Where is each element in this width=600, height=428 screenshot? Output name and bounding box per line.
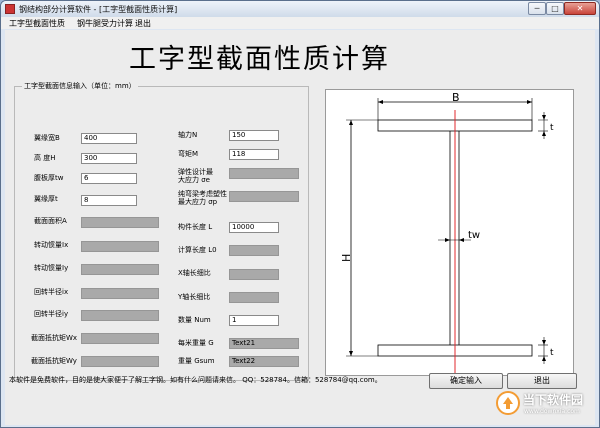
maximize-button[interactable]: □ [546,2,564,15]
app-icon [5,4,15,14]
tw-arrow-right [459,238,464,242]
t-bottom-label: t [550,348,554,358]
footer-note: 本软件是免费软件，目的是使大家便于了解工字钢。如有什么问题请来信。 QQ：528… [9,376,382,384]
wx-label: 截面抵抗矩Wx [31,334,78,342]
b-arrow-left [378,100,383,104]
total-weight-output: Text22 [229,356,299,367]
confirm-button[interactable]: 确定输入 [429,373,503,389]
watermark-title: 当下软件园 [523,393,584,407]
member-length-input[interactable]: 10000 [229,222,279,233]
h-arrow-bottom [349,351,353,356]
wy-output [81,356,159,367]
area-label: 截面面积A [34,217,67,225]
b-arrow-right [527,100,532,104]
ix-output [81,241,159,252]
menu-item-bracket[interactable]: 钢牛腿受力计算 [77,18,133,29]
unit-weight-label: 每米重量 G [178,339,214,347]
y-slenderness-label: Y轴长细比 [178,293,211,301]
height-label: 高 度H [34,154,56,162]
rx-output [81,288,159,299]
minimize-button[interactable]: ─ [528,2,546,15]
member-length-label: 构件长度 L [178,223,213,231]
h-arrow-top [349,120,353,125]
menu-item-exit[interactable]: 退出 [135,18,151,29]
ix-label: 转动惯量Ix [34,241,69,249]
section-drawing: B H tw t t [325,89,574,376]
tw-label: tw [468,230,480,241]
menu-item-section[interactable]: 工字型截面性质 [9,18,65,29]
b-label: B [452,91,460,104]
menu-bar: 工字型截面性质 钢牛腿受力计算 退出 [1,17,599,29]
close-button[interactable]: ✕ [564,2,596,15]
watermark: 当下软件园 www.downxia.com [496,387,596,421]
wx-output [81,333,159,344]
calc-length-label: 计算长度 L0 [178,246,217,254]
h-label: H [340,254,353,262]
flange-thickness-label: 翼缘厚t [34,195,58,203]
client-area: 工字型截面性质计算 工字型截面信息输入（单位：mm） 翼缘宽B 400 高 度H… [5,30,595,425]
axial-force-input[interactable]: 150 [229,130,279,141]
t-top-arrow-2 [542,131,546,136]
t-bottom-arrow-2 [542,356,546,361]
ry-output [81,310,159,321]
x-slenderness-output [229,269,279,280]
x-slenderness-label: X轴长细比 [178,269,211,277]
iy-output [81,264,159,275]
height-input[interactable]: 300 [81,153,137,164]
moment-label: 弯矩M [178,150,199,158]
watermark-logo-icon [496,391,520,415]
watermark-url: www.downxia.com [524,408,580,415]
quantity-label: 数量 Num [178,316,211,324]
rx-label: 回转半径ix [34,288,69,296]
tw-arrow-left [445,238,450,242]
input-groupbox: 工字型截面信息输入（单位：mm） 翼缘宽B 400 高 度H 300 腹板厚tw… [14,81,309,381]
t-top-arrow-1 [542,115,546,120]
flange-width-input[interactable]: 400 [81,133,137,144]
t-bottom-arrow-1 [542,340,546,345]
wy-label: 截面抵抗矩Wy [31,357,77,365]
quantity-input[interactable]: 1 [229,315,279,326]
elastic-stress-output [229,168,299,179]
i-beam-diagram: B H tw t t [340,91,554,374]
moment-input[interactable]: 118 [229,149,279,160]
window-title: 钢结构部分计算软件 - [工字型截面性质计算] [19,5,178,14]
title-bar: 钢结构部分计算软件 - [工字型截面性质计算] ─ □ ✕ [1,1,599,17]
iy-label: 转动惯量Iy [34,264,69,272]
area-output [81,217,159,228]
flange-thickness-input[interactable]: 8 [81,195,137,206]
page-title: 工字型截面性质计算 [129,44,390,75]
app-window: 钢结构部分计算软件 - [工字型截面性质计算] ─ □ ✕ 工字型截面性质 钢牛… [0,0,600,428]
total-weight-label: 重量 Gsum [178,357,215,365]
plastic-stress-label-2: 最大应力 σp [178,198,218,206]
t-top-label: t [550,123,554,133]
web-thickness-input[interactable]: 6 [81,173,137,184]
axial-force-label: 轴力N [178,131,198,139]
ry-label: 回转半径iy [34,310,69,318]
plastic-stress-output [229,191,299,202]
y-slenderness-output [229,292,279,303]
elastic-stress-label-2: 大应力 σe [178,176,210,184]
web-thickness-label: 腹板厚tw [34,174,64,182]
unit-weight-output: Text21 [229,338,299,349]
calc-length-output [229,245,279,256]
flange-width-label: 翼缘宽B [34,134,60,142]
group-title: 工字型截面信息输入（单位：mm） [22,81,138,91]
